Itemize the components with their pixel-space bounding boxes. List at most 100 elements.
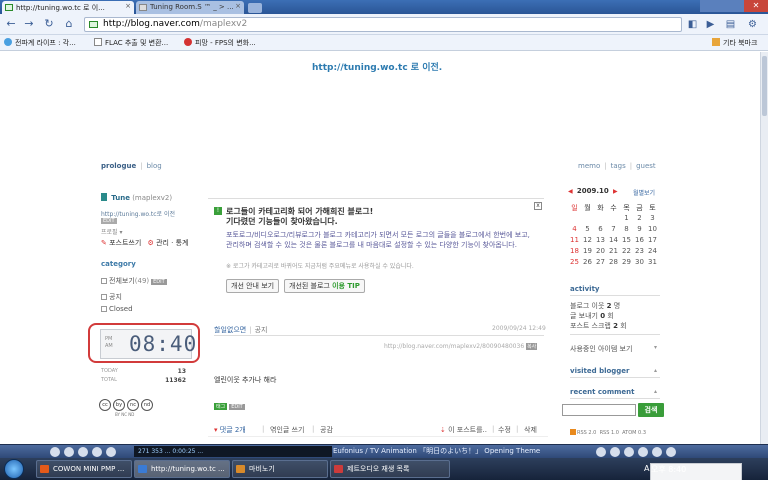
page-menu-icon[interactable]: ▤: [724, 18, 737, 31]
calendar-day[interactable]: 24: [646, 247, 659, 255]
recent-comment-title[interactable]: recent comment: [570, 388, 635, 396]
maximize-button[interactable]: [722, 0, 744, 12]
rss2-link[interactable]: RSS 2.0: [577, 430, 596, 436]
tag-badge[interactable]: 태그: [214, 403, 228, 410]
creative-commons-badge[interactable]: cc by nc nd BY NC ND: [99, 399, 155, 417]
calendar-day[interactable]: 6: [594, 225, 607, 233]
player-control-icon[interactable]: [624, 447, 634, 457]
calendar-day[interactable]: 27: [594, 258, 607, 266]
player-control-icon[interactable]: [610, 447, 620, 457]
manage-stats-link[interactable]: 관리 · 통계: [156, 239, 188, 247]
activity-row[interactable]: 블로그 이웃 2 명: [570, 301, 620, 311]
scrollbar-thumb[interactable]: [762, 56, 767, 116]
calendar-day[interactable]: 14: [607, 236, 620, 244]
search-button[interactable]: 검색: [638, 403, 664, 417]
calendar-day[interactable]: 1: [620, 214, 633, 222]
play-icon[interactable]: [64, 447, 74, 457]
calendar-day[interactable]: 3: [646, 214, 659, 222]
system-clock[interactable]: 오후 8:40: [650, 463, 742, 480]
calendar-day[interactable]: 22: [620, 247, 633, 255]
next-month-icon[interactable]: ▶: [613, 188, 618, 195]
calendar-day[interactable]: 11: [568, 236, 581, 244]
player-control-icon[interactable]: [638, 447, 648, 457]
reload-icon[interactable]: ↻: [42, 17, 56, 31]
calendar-day[interactable]: 28: [607, 258, 620, 266]
calendar-day[interactable]: 2: [633, 214, 646, 222]
visited-blogger-title[interactable]: visited blogger: [570, 367, 630, 375]
atom-link[interactable]: ATOM 0.3: [622, 430, 646, 436]
forward-icon[interactable]: →: [22, 17, 36, 31]
chevron-up-icon[interactable]: ▴: [654, 367, 657, 374]
write-post-link[interactable]: 포스트쓰기: [109, 239, 141, 247]
post-this-link[interactable]: ⇣ 이 포스트를..: [440, 425, 487, 435]
calendar-day[interactable]: 9: [633, 225, 646, 233]
extension-icon[interactable]: ◧: [686, 18, 699, 31]
view-guide-button[interactable]: 개선 안내 보기: [226, 279, 280, 293]
taskbar-item[interactable]: http://tuning.wo.tc ...: [134, 460, 230, 478]
category-item[interactable]: 전체보기(49) EDIT: [101, 276, 167, 286]
prev-icon[interactable]: [50, 447, 60, 457]
bookmark-item[interactable]: 피망 - FPS의 변화...: [184, 38, 256, 48]
close-tab-icon[interactable]: ×: [235, 2, 241, 10]
calendar-day[interactable]: 20: [594, 247, 607, 255]
calendar-day[interactable]: 21: [607, 247, 620, 255]
browser-tab[interactable]: Tuning Room.S ™ _ > ... ×: [136, 1, 244, 14]
tag-edit-badge[interactable]: EDIT: [229, 404, 245, 410]
rss1-link[interactable]: RSS 1.0: [600, 430, 619, 436]
post-category[interactable]: 공지: [255, 326, 268, 334]
start-button[interactable]: [4, 459, 24, 479]
close-icon[interactable]: x: [534, 202, 542, 210]
wrench-icon[interactable]: ⚙: [746, 18, 759, 31]
items-link[interactable]: 사용중인 아이템 보기: [570, 344, 632, 354]
minimize-button[interactable]: [700, 0, 722, 12]
calendar-day[interactable]: 7: [607, 225, 620, 233]
blog-header-title[interactable]: http://tuning.wo.tc 로 이전.: [312, 60, 442, 73]
calendar-day[interactable]: 29: [620, 258, 633, 266]
comments-link[interactable]: ▾ 댓글 2개: [214, 425, 246, 435]
player-control-icon[interactable]: [652, 447, 662, 457]
stop-icon[interactable]: [78, 447, 88, 457]
activity-row[interactable]: 포스트 스크랩 2 회: [570, 321, 627, 331]
calendar-day[interactable]: 17: [646, 236, 659, 244]
nav-tags[interactable]: tags: [611, 162, 626, 170]
calendar-day[interactable]: 30: [633, 258, 646, 266]
bookmark-item[interactable]: FLAC 추출 및 변환...: [94, 38, 168, 48]
tips-button[interactable]: 개선된 블로그 이용 TIP: [284, 279, 365, 293]
nav-memo[interactable]: memo: [578, 162, 600, 170]
calendar-day[interactable]: 25: [568, 258, 581, 266]
calendar-day[interactable]: 5: [581, 225, 594, 233]
close-tab-icon[interactable]: ×: [125, 2, 131, 10]
category-item[interactable]: Closed: [101, 305, 133, 313]
profile-link[interactable]: http://tuning.wo.tc로 이전: [101, 209, 175, 218]
calendar-day[interactable]: 19: [581, 247, 594, 255]
trackback-link[interactable]: 엮인글 쓰기: [270, 425, 304, 435]
profile-edit-tag[interactable]: EDIT: [101, 218, 117, 224]
close-window-button[interactable]: ✕: [744, 0, 768, 12]
chevron-down-icon[interactable]: ▾: [654, 344, 657, 351]
taskbar-item[interactable]: 제트오디오 재생 목록: [330, 460, 450, 478]
taskbar-item[interactable]: COWON MINI PMP ...: [36, 460, 132, 478]
play-icon[interactable]: ▶: [704, 18, 717, 31]
back-icon[interactable]: ←: [4, 17, 18, 31]
volume-icon[interactable]: [106, 447, 116, 457]
next-icon[interactable]: [92, 447, 102, 457]
other-bookmarks[interactable]: 기타 북마크: [712, 38, 757, 48]
post-title-link[interactable]: 할일없으면: [214, 326, 246, 334]
calendar-day[interactable]: 31: [646, 258, 659, 266]
delete-link[interactable]: 삭제: [524, 425, 537, 435]
calendar-day[interactable]: 26: [581, 258, 594, 266]
calendar-day[interactable]: 15: [620, 236, 633, 244]
category-item[interactable]: 공지: [101, 292, 122, 302]
player-control-icon[interactable]: [666, 447, 676, 457]
taskbar-item[interactable]: 마비노기: [232, 460, 328, 478]
calendar-day[interactable]: 8: [620, 225, 633, 233]
nav-blog[interactable]: blog: [147, 162, 162, 170]
profile-menu[interactable]: 프로필 ▾: [101, 227, 122, 236]
bookmark-item[interactable]: 전파계 라이프 : 각...: [4, 38, 76, 48]
activity-row[interactable]: 글 보내기 0 회: [570, 311, 614, 321]
new-tab-button[interactable]: [248, 3, 262, 13]
calendar-day[interactable]: 16: [633, 236, 646, 244]
calendar-day[interactable]: 18: [568, 247, 581, 255]
address-bar[interactable]: http://blog.naver.com/maplexv2: [84, 17, 682, 32]
edit-link[interactable]: 수정: [498, 425, 511, 435]
